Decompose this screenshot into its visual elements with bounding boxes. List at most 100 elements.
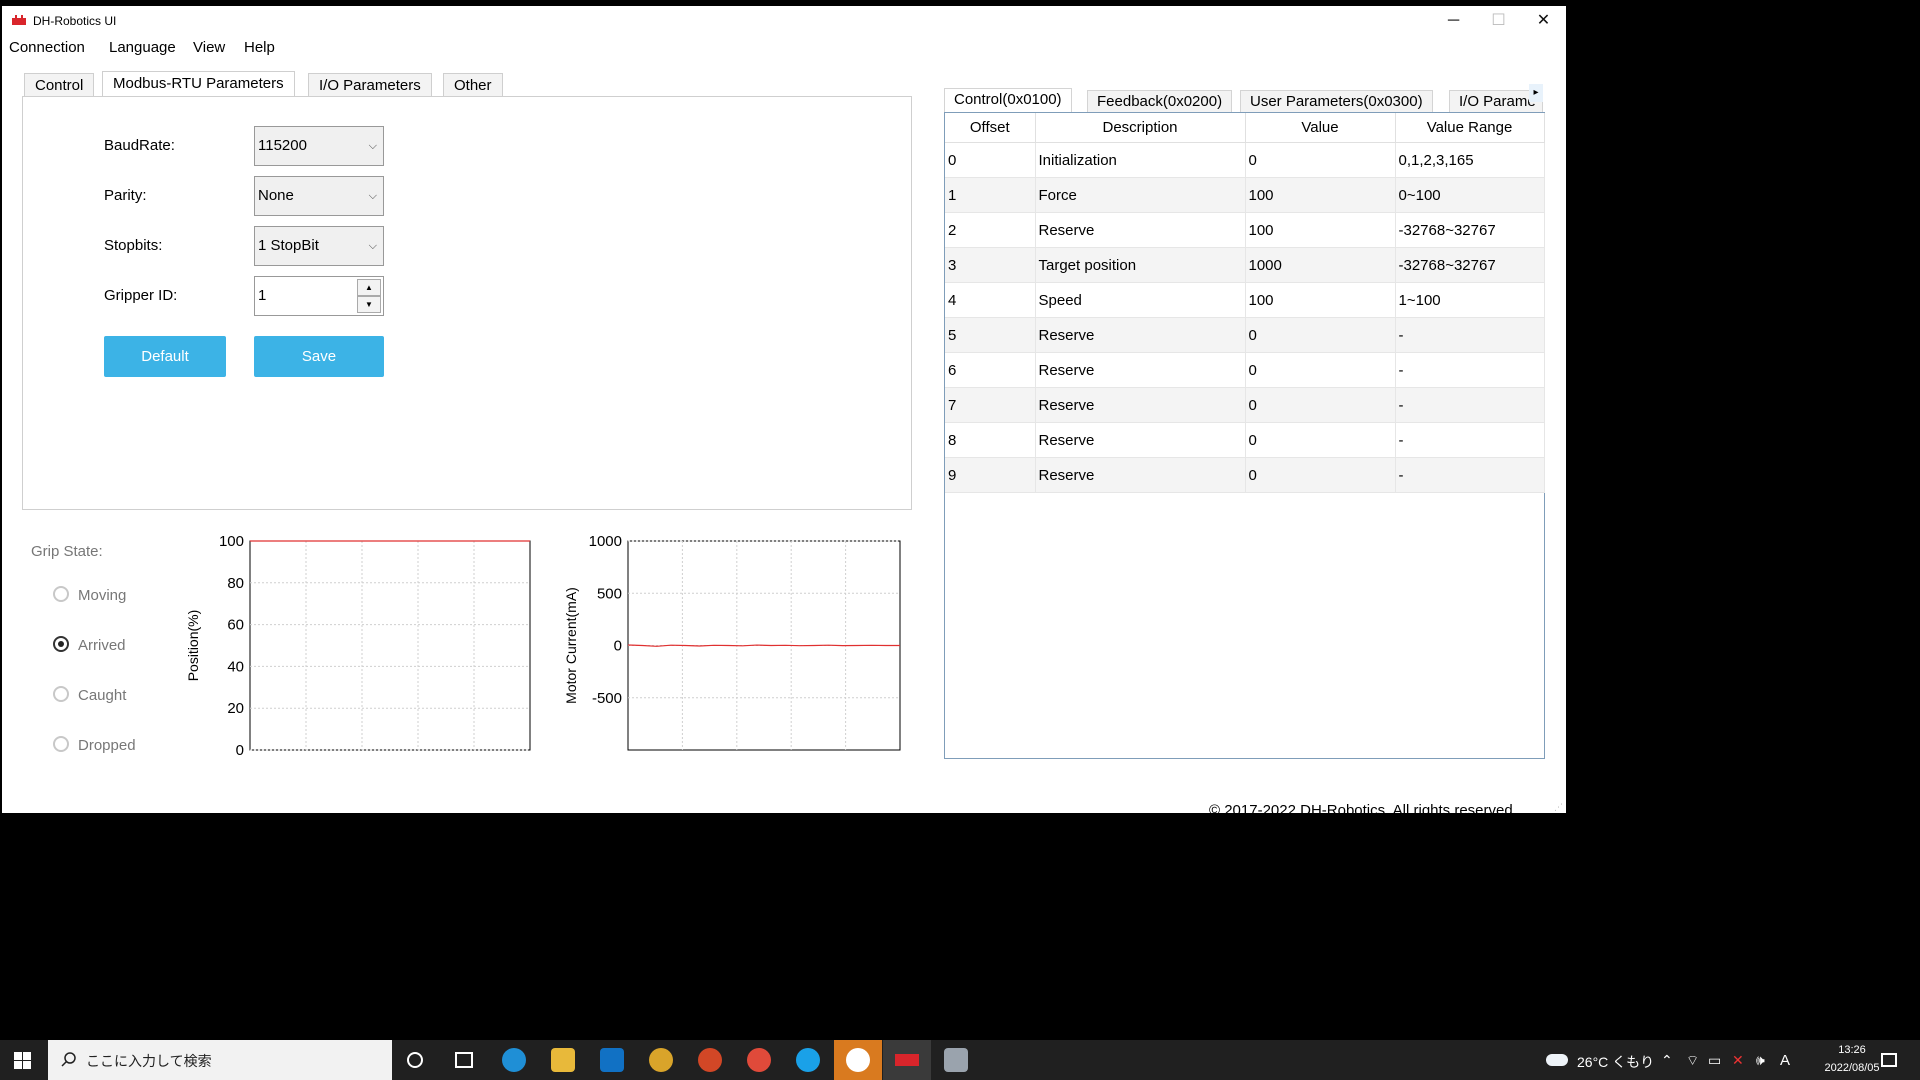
column-header[interactable]: Value Range: [1395, 113, 1545, 143]
table-cell[interactable]: Reserve: [1035, 387, 1246, 423]
battery-icon[interactable]: ▭: [1708, 1052, 1721, 1069]
stepper-up-icon[interactable]: ▲: [357, 279, 381, 296]
skype-icon[interactable]: [796, 1048, 820, 1072]
task-view-icon[interactable]: [455, 1052, 473, 1068]
table-cell[interactable]: 0~100: [1395, 177, 1545, 213]
taskbar-search-box[interactable]: ここに入力して検索: [48, 1040, 392, 1080]
menu-connection[interactable]: Connection: [9, 39, 85, 56]
tab-io-parameters[interactable]: I/O Parameters: [308, 73, 432, 97]
table-cell[interactable]: 1000: [1245, 247, 1396, 283]
table-cell[interactable]: Target position: [1035, 247, 1246, 283]
table-row[interactable]: 7 Reserve 0-: [945, 387, 1545, 423]
table-cell[interactable]: 2: [945, 212, 1036, 248]
menu-view[interactable]: View: [193, 39, 225, 56]
notification-icon[interactable]: [1881, 1053, 1897, 1067]
table-cell[interactable]: 0,1,2,3,165: [1395, 142, 1545, 178]
table-cell[interactable]: Reserve: [1035, 212, 1246, 248]
table-cell[interactable]: -: [1395, 352, 1545, 388]
edge-icon[interactable]: [502, 1048, 526, 1072]
table-row[interactable]: 9 Reserve 0-: [945, 457, 1545, 493]
table-cell[interactable]: 100: [1245, 212, 1396, 248]
column-header[interactable]: Value: [1245, 113, 1396, 143]
table-cell[interactable]: 4: [945, 282, 1036, 318]
ime-indicator[interactable]: A: [1780, 1052, 1790, 1069]
table-cell[interactable]: 8: [945, 422, 1036, 458]
table-cell[interactable]: Reserve: [1035, 317, 1246, 353]
tab-feedback-0x0200[interactable]: Feedback(0x0200): [1087, 90, 1233, 112]
clock-date[interactable]: 2022/08/05: [1818, 1062, 1886, 1074]
table-cell[interactable]: -32768~32767: [1395, 212, 1545, 248]
stepper-down-icon[interactable]: ▼: [357, 296, 381, 313]
cortana-icon[interactable]: [407, 1052, 423, 1068]
weather-text[interactable]: 26°C くもり: [1577, 1052, 1654, 1072]
tab-modbus-rtu[interactable]: Modbus-RTU Parameters: [102, 71, 295, 97]
table-cell[interactable]: -: [1395, 387, 1545, 423]
table-cell[interactable]: 0: [1245, 387, 1396, 423]
wifi-icon[interactable]: ⌔: [1686, 1052, 1699, 1070]
table-row[interactable]: 3 Target position 1000 -32768~32767: [945, 247, 1545, 283]
windows-start-icon[interactable]: [14, 1052, 31, 1069]
file-explorer-icon[interactable]: [551, 1048, 575, 1072]
stopbits-select[interactable]: 1 StopBit ⌵: [254, 226, 384, 266]
table-cell[interactable]: 1~100: [1395, 282, 1545, 318]
table-cell[interactable]: Speed: [1035, 282, 1246, 318]
chrome-icon[interactable]: [747, 1048, 771, 1072]
powerpoint-icon[interactable]: [698, 1048, 722, 1072]
gripper-id-stepper[interactable]: 1 ▲ ▼: [254, 276, 384, 316]
table-cell[interactable]: -: [1395, 317, 1545, 353]
table-row[interactable]: 5 Reserve 0-: [945, 317, 1545, 353]
minimize-button[interactable]: ─: [1431, 6, 1476, 36]
table-cell[interactable]: Force: [1035, 177, 1246, 213]
tab-user-parameters-0x0300[interactable]: User Parameters(0x0300): [1240, 90, 1433, 112]
table-cell[interactable]: 0: [1245, 457, 1396, 493]
volume-icon[interactable]: 🕪: [1756, 1052, 1765, 1069]
radio-caught[interactable]: [53, 686, 69, 702]
table-cell[interactable]: 7: [945, 387, 1036, 423]
table-cell[interactable]: 100: [1245, 282, 1396, 318]
table-row[interactable]: 4 Speed 100 1~100: [945, 282, 1545, 318]
parity-select[interactable]: None ⌵: [254, 176, 384, 216]
app-icon-gray[interactable]: [944, 1048, 968, 1072]
table-cell[interactable]: Initialization: [1035, 142, 1246, 178]
table-cell[interactable]: 0: [1245, 422, 1396, 458]
table-row[interactable]: 0 Initialization 0 0,1,2,3,165: [945, 142, 1545, 178]
save-button[interactable]: Save: [254, 336, 384, 377]
tab-other[interactable]: Other: [443, 73, 503, 97]
outlook-icon[interactable]: [600, 1048, 624, 1072]
table-cell[interactable]: Reserve: [1035, 422, 1246, 458]
table-cell[interactable]: 6: [945, 352, 1036, 388]
network-alert-icon[interactable]: ✕: [1732, 1052, 1744, 1069]
table-cell[interactable]: 9: [945, 457, 1036, 493]
resize-grip-icon[interactable]: ⋰: [1554, 802, 1564, 812]
table-cell[interactable]: -32768~32767: [1395, 247, 1545, 283]
table-cell[interactable]: Reserve: [1035, 457, 1246, 493]
baudrate-select[interactable]: 115200 ⌵: [254, 126, 384, 166]
table-cell[interactable]: 5: [945, 317, 1036, 353]
chevron-up-icon[interactable]: ⌃: [1661, 1052, 1673, 1069]
table-cell[interactable]: Reserve: [1035, 352, 1246, 388]
radio-arrived[interactable]: [53, 636, 69, 652]
app-icon-yellow[interactable]: [649, 1048, 673, 1072]
table-cell[interactable]: 0: [1245, 142, 1396, 178]
table-cell[interactable]: 3: [945, 247, 1036, 283]
default-button[interactable]: Default: [104, 336, 226, 377]
menu-language[interactable]: Language: [109, 39, 176, 56]
maximize-button[interactable]: ☐: [1476, 6, 1521, 36]
table-cell[interactable]: 0: [945, 142, 1036, 178]
tab-control-0x0100[interactable]: Control(0x0100): [944, 88, 1072, 112]
column-header[interactable]: Offset: [945, 113, 1036, 143]
menu-help[interactable]: Help: [244, 39, 275, 56]
table-cell[interactable]: 100: [1245, 177, 1396, 213]
column-header[interactable]: Description: [1035, 113, 1246, 143]
tab-scroll-right-icon[interactable]: ▸: [1529, 84, 1543, 102]
table-row[interactable]: 1 Force 100 0~100: [945, 177, 1545, 213]
table-cell[interactable]: 0: [1245, 317, 1396, 353]
table-cell[interactable]: 0: [1245, 352, 1396, 388]
table-cell[interactable]: -: [1395, 422, 1545, 458]
radio-dropped[interactable]: [53, 736, 69, 752]
table-row[interactable]: 2 Reserve 100 -32768~32767: [945, 212, 1545, 248]
tab-control[interactable]: Control: [24, 73, 95, 97]
table-row[interactable]: 6 Reserve 0-: [945, 352, 1545, 388]
clock-time[interactable]: 13:26: [1818, 1044, 1886, 1056]
close-button[interactable]: ✕: [1521, 6, 1566, 36]
